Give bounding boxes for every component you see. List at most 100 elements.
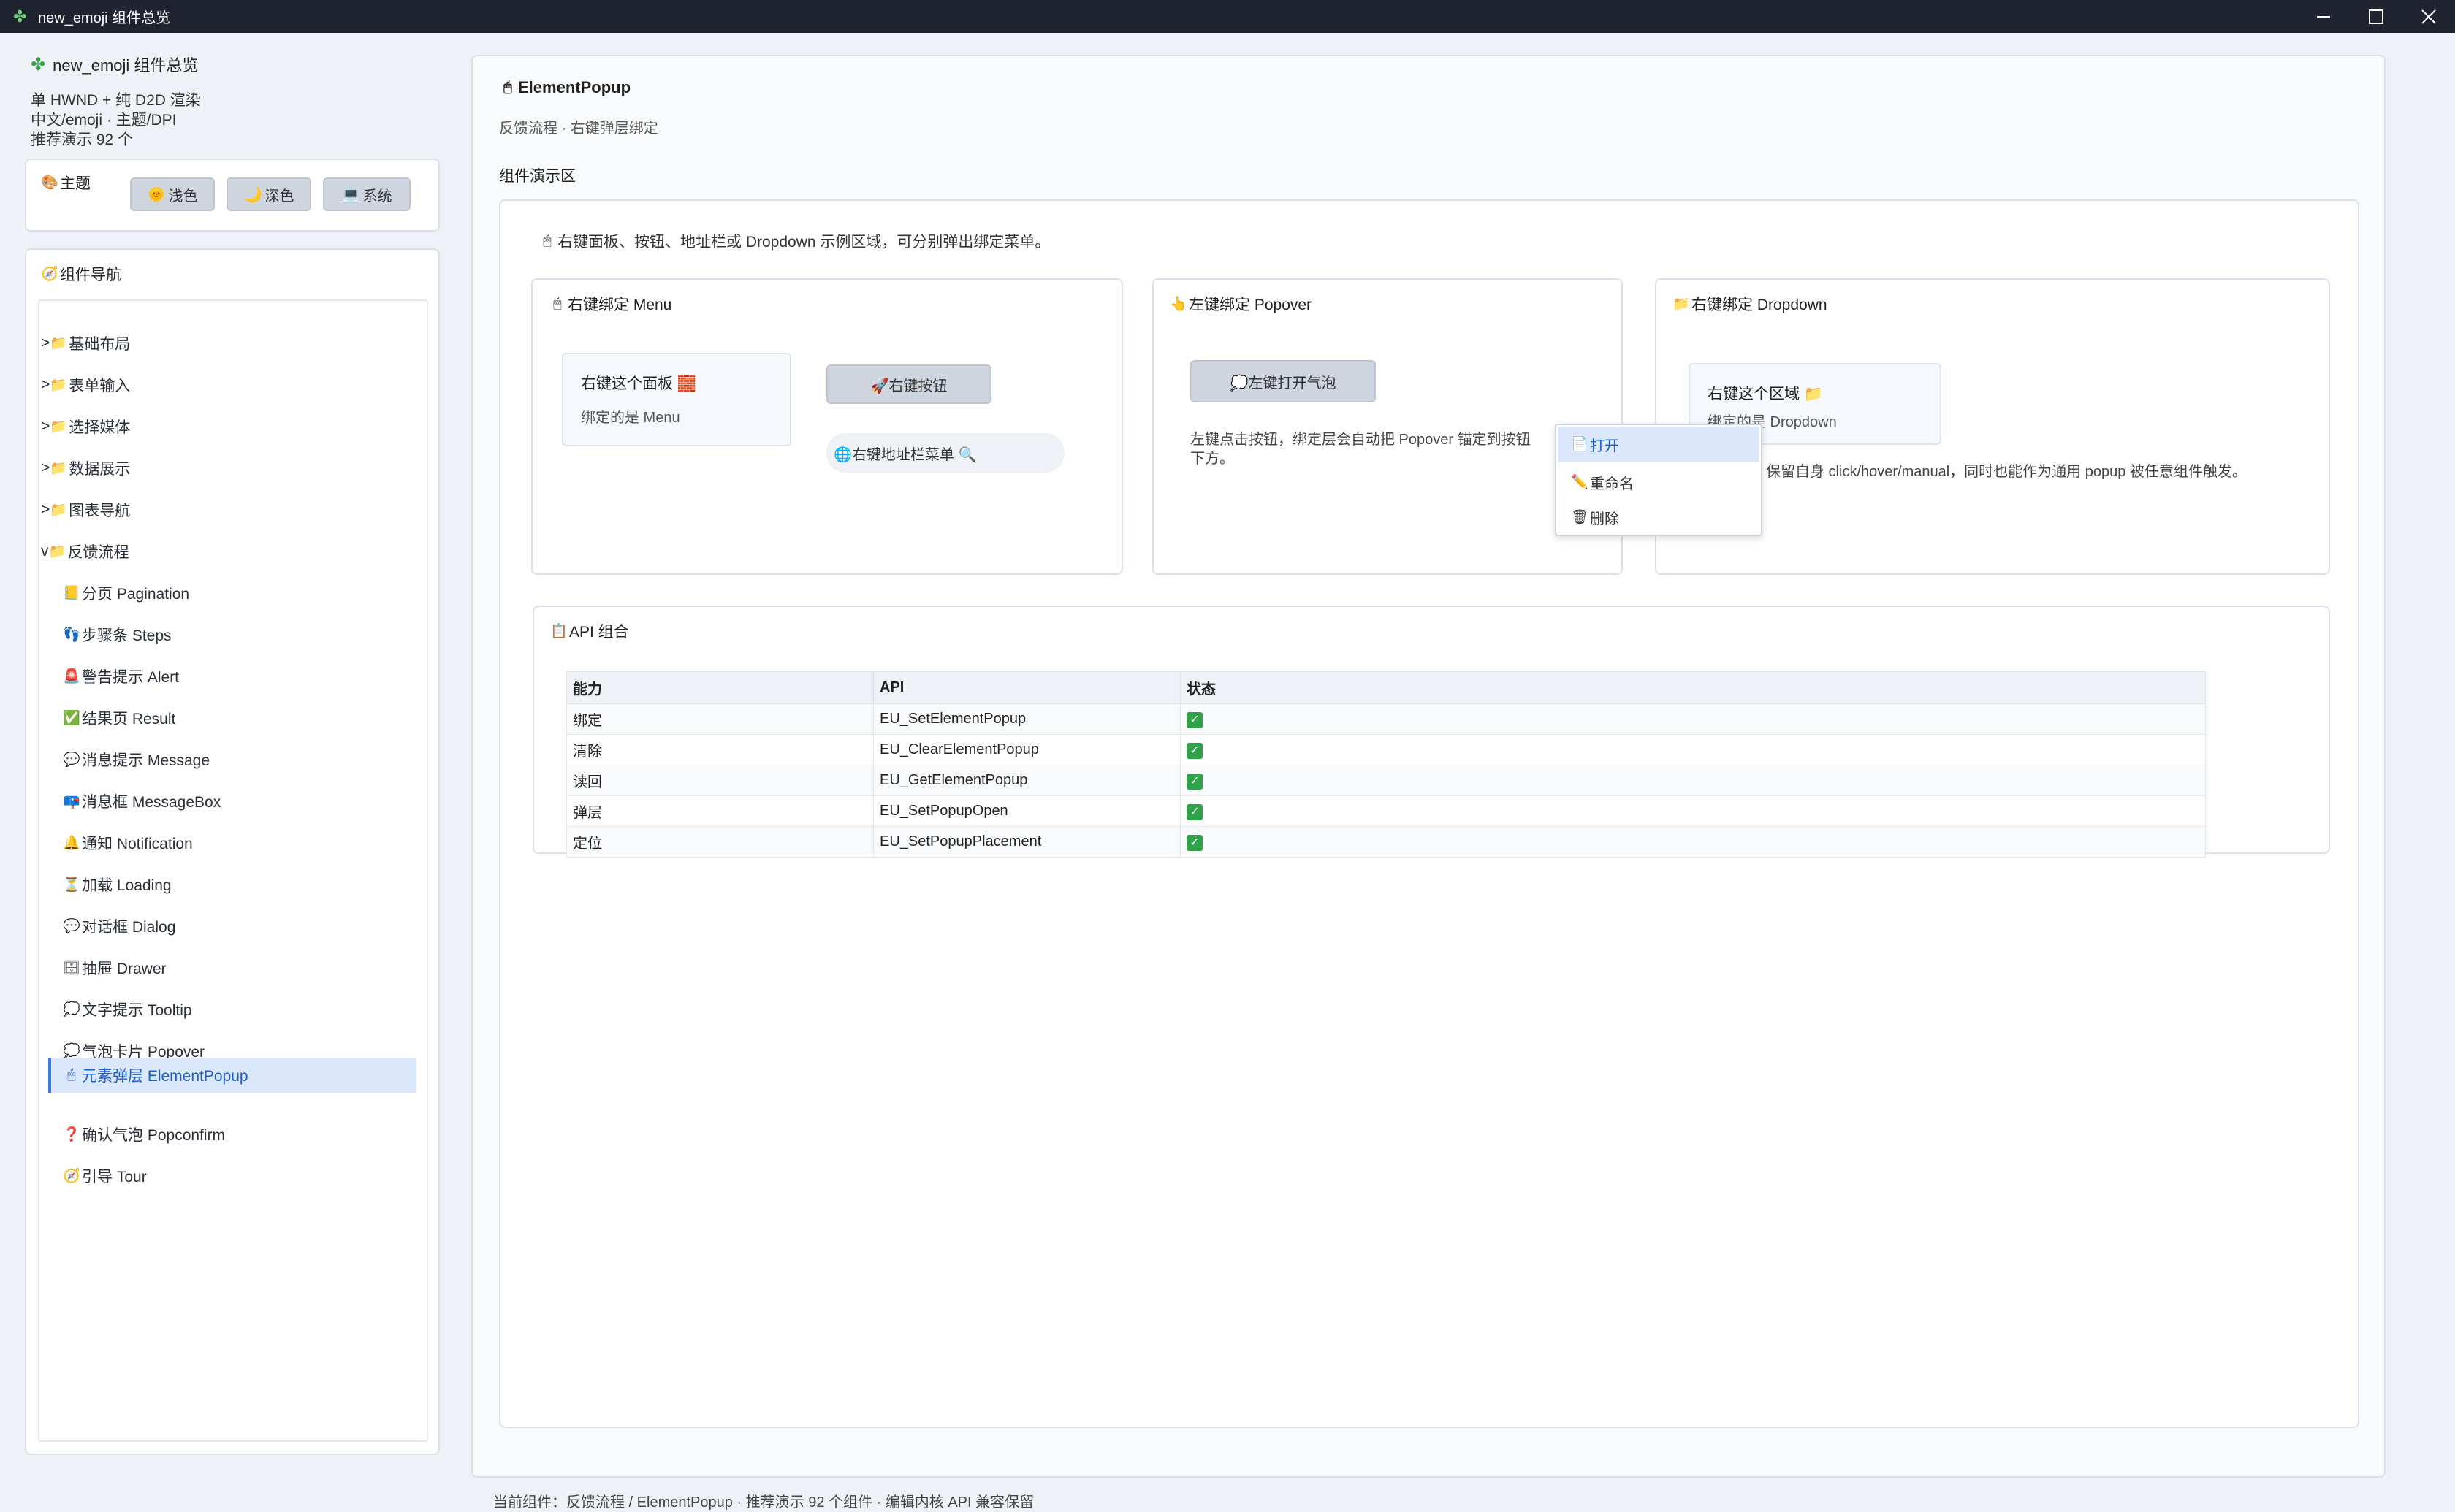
demo-area: 🖱 右键面板、按钮、地址栏或 Dropdown 示例区域，可分别弹出绑定菜单。 …	[499, 199, 2359, 1428]
nav-item-elementpopup[interactable]: 🖱 元素弹层 ElementPopup	[48, 1058, 416, 1093]
expand-arrow: >	[41, 376, 50, 393]
main-panel: 🖱 ElementPopup 反馈流程 · 右键弹层绑定 组件演示区 🖱 右键面…	[471, 55, 2386, 1478]
minimize-icon	[2317, 15, 2330, 18]
nav-group-basic-layout[interactable]: > 📁 基础布局	[41, 326, 130, 361]
right-click-panel[interactable]: 右键这个面板 🧱 绑定的是 Menu	[562, 353, 791, 446]
minimize-button[interactable]	[2297, 0, 2350, 33]
nav-item-notification[interactable]: 🔔 通知 Notification	[63, 825, 193, 860]
nav-item-tooltip[interactable]: 💭 文字提示 Tooltip	[63, 992, 191, 1027]
api-title: 📋 API 组合	[550, 620, 629, 642]
right-click-button[interactable]: 🚀右键按钮	[826, 364, 991, 404]
capability-cell: 读回	[566, 765, 874, 796]
nav-item-loading[interactable]: ⏳ 加载 Loading	[63, 867, 171, 902]
status-cell: ✓	[1180, 765, 2206, 796]
theme-light-label: 浅色	[168, 188, 198, 205]
left-click-popover-button[interactable]: 💭左键打开气泡	[1190, 360, 1376, 402]
nav-group-feedback[interactable]: v 📁 反馈流程	[41, 534, 129, 569]
folder-icon: 📁	[50, 503, 68, 518]
theme-light-button[interactable]: 🌞 浅色	[130, 177, 215, 211]
demo-description: 🖱 右键面板、按钮、地址栏或 Dropdown 示例区域，可分别弹出绑定菜单。	[538, 230, 1050, 252]
nav-label: 🧭 组件导航	[41, 263, 121, 285]
theme-system-button[interactable]: 💻 系统	[323, 177, 411, 211]
expand-arrow: >	[41, 459, 50, 476]
nav-item-dialog[interactable]: 💬 对话框 Dialog	[63, 909, 175, 944]
nav-item-label: 抽屉 Drawer	[82, 961, 167, 977]
status-cell: ✓	[1180, 703, 2206, 735]
page-title: 🖱 ElementPopup	[499, 78, 631, 97]
nav-item-pagination[interactable]: 📒 分页 Pagination	[63, 576, 189, 611]
page-subtitle: 反馈流程 · 右键弹层绑定	[499, 121, 658, 137]
nav-item-message[interactable]: 💬 消息提示 Message	[63, 742, 210, 777]
column-header: API	[873, 671, 1181, 704]
mouse-icon: 🖱	[553, 296, 562, 311]
nav-item-popconfirm[interactable]: ❓ 确认气泡 Popconfirm	[63, 1117, 225, 1152]
nav-card: 🧭 组件导航 > 📁 基础布局 > 📁 表单输入 > 📁 选择媒体 > 📁 数据展示 > 📁 图表导…	[25, 248, 440, 1455]
theme-card: 🎨 主题 🌞 浅色 🌙 深色 💻 系统	[25, 159, 440, 232]
status-cell: ✓	[1180, 795, 2206, 827]
nav-item-label: 对话框 Dialog	[82, 919, 176, 936]
card-title: 👆 左键绑定 Popover	[1170, 293, 1312, 315]
status-bar: 当前组件：反馈流程 / ElementPopup · 推荐演示 92 个组件 ·…	[493, 1494, 1035, 1511]
status-cell: ✓	[1180, 826, 2206, 858]
context-menu-delete[interactable]: 🗑 删除	[1558, 500, 1759, 535]
api-cell: EU_GetElementPopup	[873, 765, 1181, 796]
moon-icon: 🌙	[243, 186, 262, 203]
nav-group-chart-nav[interactable]: > 📁 图表导航	[41, 492, 130, 527]
clipboard-icon: 📋	[550, 624, 568, 639]
trash-icon: 🗑	[1571, 510, 1589, 525]
table-row: 读回 EU_GetElementPopup ✓	[566, 765, 2206, 796]
maximize-icon	[2369, 9, 2383, 24]
address-bar[interactable]: 🌐右键地址栏菜单 🔍	[826, 433, 1065, 473]
api-cell: EU_SetPopupPlacement	[873, 826, 1181, 858]
nav-item-result[interactable]: ✅ 结果页 Result	[63, 700, 175, 736]
nav-group-label: 基础布局	[69, 336, 131, 353]
close-icon	[2421, 9, 2436, 24]
nav-item-drawer[interactable]: 🗄 抽屉 Drawer	[63, 950, 167, 985]
demo-area-label: 组件演示区	[499, 168, 576, 185]
context-menu-open[interactable]: 📄 打开	[1558, 427, 1759, 462]
menu-item-label: 打开	[1590, 438, 1619, 454]
compass-icon: 🧭	[63, 1169, 80, 1184]
panel-title: 右键这个面板 🧱	[581, 375, 696, 392]
pencil-icon: ✏️	[1571, 475, 1588, 490]
nav-group-data-display[interactable]: > 📁 数据展示	[41, 451, 130, 486]
nav-item-steps[interactable]: 👣 步骤条 Steps	[63, 617, 171, 652]
nav-group-label: 数据展示	[69, 461, 131, 478]
info-line: 推荐演示 92 个	[31, 131, 134, 148]
nav-item-label: 确认气泡 Popconfirm	[82, 1127, 226, 1144]
maximize-button[interactable]	[2350, 0, 2402, 33]
nav-item-tour[interactable]: 🧭 引导 Tour	[63, 1158, 147, 1194]
nav-group-form-input[interactable]: > 📁 表单输入	[41, 367, 130, 402]
compass-icon: 🧭	[41, 267, 58, 282]
mouse-icon: 🖱	[543, 233, 552, 248]
check-icon: ✓	[1187, 834, 1203, 851]
panel-subtitle: 绑定的是 Menu	[581, 410, 680, 426]
expand-arrow: >	[41, 418, 50, 435]
folder-icon: 📁	[48, 544, 66, 560]
nav-item-label: 消息框 MessageBox	[82, 794, 221, 811]
mouse-icon: 🖱	[67, 1067, 76, 1083]
nav-item-label: 分页 Pagination	[82, 586, 190, 603]
check-icon: ✅	[63, 711, 80, 726]
nav-group-select-media[interactable]: > 📁 选择媒体	[41, 409, 130, 444]
ledger-icon: 📒	[63, 586, 80, 601]
clover-icon: ✤	[13, 7, 27, 26]
bell-icon: 🔔	[63, 836, 80, 851]
nav-item-messagebox[interactable]: 📪 消息框 MessageBox	[63, 784, 221, 819]
folder-icon: 📁	[50, 461, 68, 476]
theme-dark-button[interactable]: 🌙 深色	[227, 177, 311, 211]
api-table: 能力 API 状态 绑定 EU_SetElementPopup ✓ 清除 EU_…	[566, 671, 2206, 858]
nav-item-alert[interactable]: 🚨 警告提示 Alert	[63, 659, 179, 694]
nav-item-label: 消息提示 Message	[82, 752, 210, 769]
context-menu-rename[interactable]: ✏️ 重命名	[1558, 465, 1759, 500]
api-card: 📋 API 组合 能力 API 状态 绑定 EU_SetElementPopup	[533, 606, 2330, 858]
close-button[interactable]	[2402, 0, 2455, 33]
nav-item-label: 通知 Notification	[82, 836, 193, 852]
menu-binding-card: 🖱 右键绑定 Menu 右键这个面板 🧱 绑定的是 Menu 🚀右键按钮 🌐右键…	[531, 278, 1123, 575]
collapse-arrow: v	[41, 543, 49, 560]
nav-label-text: 组件导航	[60, 267, 121, 283]
capability-cell: 绑定	[566, 703, 874, 735]
pointer-hand-icon: 👆	[1170, 297, 1187, 312]
capability-cell: 清除	[566, 734, 874, 765]
api-title-text: API 组合	[569, 624, 629, 641]
